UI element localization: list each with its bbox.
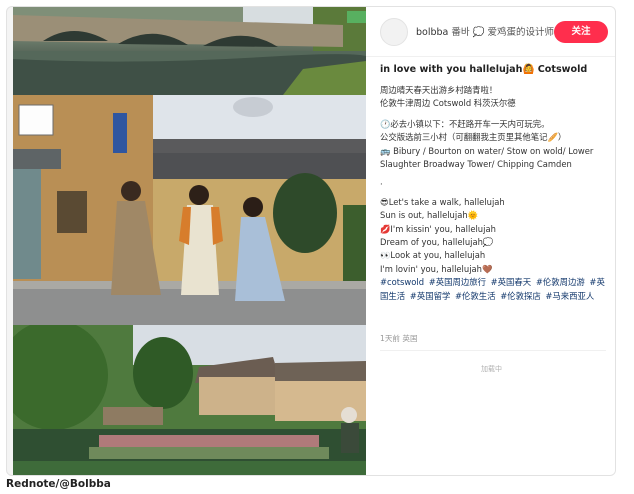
hashtag-link[interactable]: #英国周边旅行 <box>429 277 486 287</box>
hashtag-link[interactable]: #伦敦探店 <box>500 291 541 301</box>
follow-button[interactable]: 关注 <box>554 21 608 43</box>
post-line: 公交版选前三小村（可翻翻我主页里其他笔记🥖） <box>380 132 567 143</box>
post-dot: · <box>380 179 383 190</box>
author-name[interactable]: bolbba 番바 💭 爱鸡蛋的设计师 <box>416 24 554 38</box>
post-line: 伦敦牛津周边 Cotswold 科茨沃尔德 <box>380 98 516 109</box>
loading-indicator: 加载中 <box>481 365 502 373</box>
hashtag-link[interactable]: #英国春天 <box>491 277 532 287</box>
hashtag-link[interactable]: #伦敦生活 <box>455 291 496 301</box>
post-line: 👀Look at you, hallelujah <box>380 250 486 261</box>
hashtag-list: #cotswold #英国周边旅行 #英国春天 #伦敦周边游 #英国生活 #英国… <box>380 276 612 303</box>
photo-village <box>13 325 366 475</box>
post-line: 😎Let's take a walk, hallelujah <box>380 196 505 207</box>
post-line: 周边晴天春天出游乡村踏青啦！ <box>380 85 498 95</box>
post-line: 🚌 Bibury / Bourton on water/ Stow on wol… <box>380 145 594 156</box>
post-line: Dream of you, hallelujah💭 <box>380 237 494 248</box>
post-title: in love with you hallelujah🙆 Cotswold <box>380 64 588 75</box>
hashtag-link[interactable]: #马来西亚人 <box>545 291 594 301</box>
hashtag-link[interactable]: #cotswold <box>380 277 424 287</box>
hashtag-link[interactable]: #英国留学 <box>410 291 451 301</box>
image-credit: Rednote/@Bolbba <box>6 478 111 490</box>
author-bar: bolbba 番바 💭 爱鸡蛋的设计师 关注 <box>366 7 615 57</box>
photo-street <box>13 95 366 325</box>
divider <box>380 350 606 351</box>
avatar[interactable] <box>380 18 408 46</box>
author-subtitle: 番바 💭 爱鸡蛋的设计师 <box>451 27 555 38</box>
village-illustration <box>13 325 366 475</box>
post-line: Sun is out, hallelujah🌞 <box>380 210 479 221</box>
author-handle[interactable]: bolbba <box>416 27 448 38</box>
post-meta: 1天前 英国 <box>380 334 418 343</box>
post-card: bolbba 番바 💭 爱鸡蛋的设计师 关注 in love with you … <box>6 6 616 476</box>
post-image-carousel[interactable] <box>13 7 366 475</box>
post-body: in love with you hallelujah🙆 Cotswold 周边… <box>380 63 612 303</box>
photo-bridge <box>13 7 366 95</box>
bridge-illustration <box>13 7 366 95</box>
hashtag-link[interactable]: #伦敦周边游 <box>536 277 585 287</box>
post-line: 💋I'm kissin' you, hallelujah <box>380 223 496 234</box>
post-detail-panel: bolbba 番바 💭 爱鸡蛋的设计师 关注 in love with you … <box>366 7 615 475</box>
post-line: I'm lovin' you, hallelujah🤎 <box>380 263 493 274</box>
post-line: 🕐必去小镇以下：不赶路开车一天内可玩完。 <box>380 118 550 129</box>
street-illustration <box>13 95 366 325</box>
post-line: Slaughter Broadway Tower/ Chipping Camde… <box>380 159 572 170</box>
